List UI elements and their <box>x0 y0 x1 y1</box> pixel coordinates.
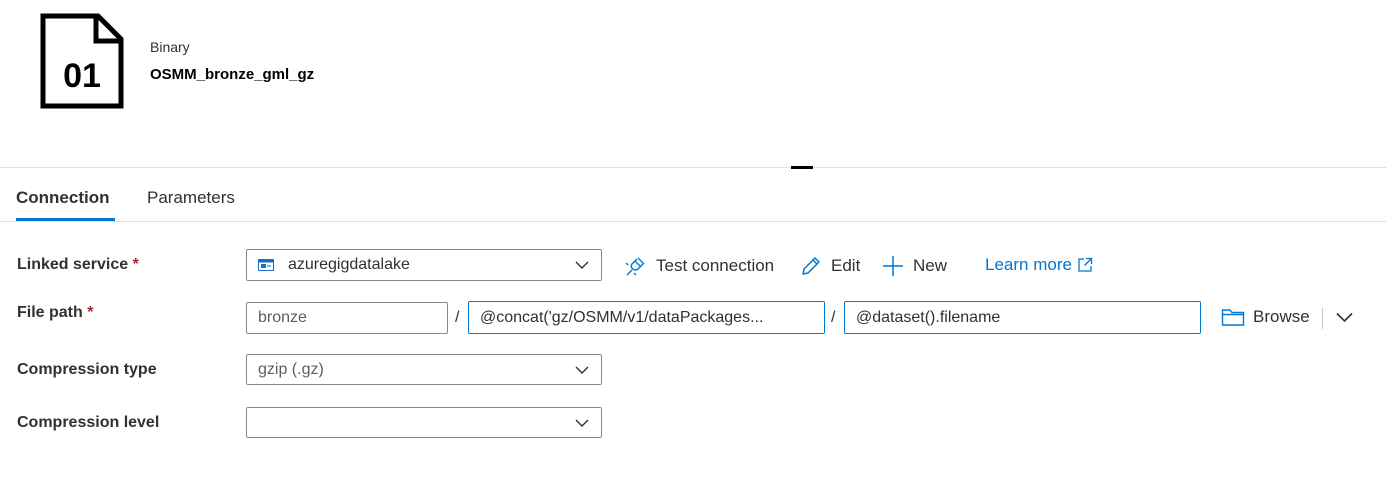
pencil-icon <box>802 257 820 275</box>
edit-linked-service-button[interactable]: Edit <box>799 254 860 278</box>
new-linked-service-button[interactable]: New <box>881 254 947 278</box>
required-marker: * <box>132 256 139 273</box>
container-input[interactable]: bronze <box>246 302 448 334</box>
storage-service-icon <box>258 259 274 271</box>
tab-connection[interactable]: Connection <box>16 188 110 208</box>
plug-icon <box>625 257 645 276</box>
test-connection-button[interactable]: Test connection <box>624 254 774 278</box>
file-path-label-text: File path <box>17 304 83 321</box>
file-path-label: File path * <box>17 304 93 322</box>
plus-icon <box>883 256 903 276</box>
compression-level-dropdown[interactable] <box>246 407 602 438</box>
compression-level-label: Compression level <box>17 414 160 431</box>
file-name-input[interactable]: @dataset().filename <box>844 301 1201 334</box>
tab-parameters[interactable]: Parameters <box>147 188 235 208</box>
dataset-name: OSMM_bronze_gml_gz <box>150 66 315 83</box>
binary-file-icon: 01 <box>40 13 124 109</box>
tabs-divider <box>0 221 1386 222</box>
binary-icon-text: 01 <box>63 57 101 95</box>
compression-type-label: Compression type <box>17 361 157 378</box>
linked-service-label-text: Linked service <box>17 256 129 273</box>
chevron-down-icon <box>575 419 589 427</box>
browse-divider <box>1322 308 1323 329</box>
learn-more-link[interactable]: Learn more <box>985 255 1101 275</box>
panel-resize-handle[interactable] <box>791 166 813 169</box>
header-divider <box>0 167 1386 168</box>
new-label: New <box>913 256 948 275</box>
dataset-type: Binary <box>150 39 190 55</box>
chevron-down-icon <box>575 366 589 374</box>
external-link-icon <box>1078 257 1093 272</box>
chevron-down-icon[interactable] <box>1336 312 1353 323</box>
compression-type-dropdown[interactable]: gzip (.gz) <box>246 354 602 385</box>
linked-service-label: Linked service * <box>17 256 139 274</box>
path-separator: / <box>455 309 460 326</box>
edit-label: Edit <box>831 256 861 275</box>
test-connection-label: Test connection <box>656 256 775 275</box>
browse-label: Browse <box>1253 307 1310 326</box>
linked-service-value: azuregigdatalake <box>288 256 410 273</box>
browse-button[interactable]: Browse <box>1221 307 1310 327</box>
learn-more-label: Learn more <box>985 255 1072 274</box>
path-separator: / <box>831 309 836 326</box>
linked-service-dropdown[interactable]: azuregigdatalake <box>246 249 602 281</box>
directory-input[interactable]: @concat('gz/OSMM/v1/dataPackages... <box>468 301 825 334</box>
chevron-down-icon <box>575 261 589 269</box>
compression-type-value: gzip (.gz) <box>258 360 324 378</box>
folder-icon <box>1221 309 1245 326</box>
required-marker: * <box>87 304 94 321</box>
